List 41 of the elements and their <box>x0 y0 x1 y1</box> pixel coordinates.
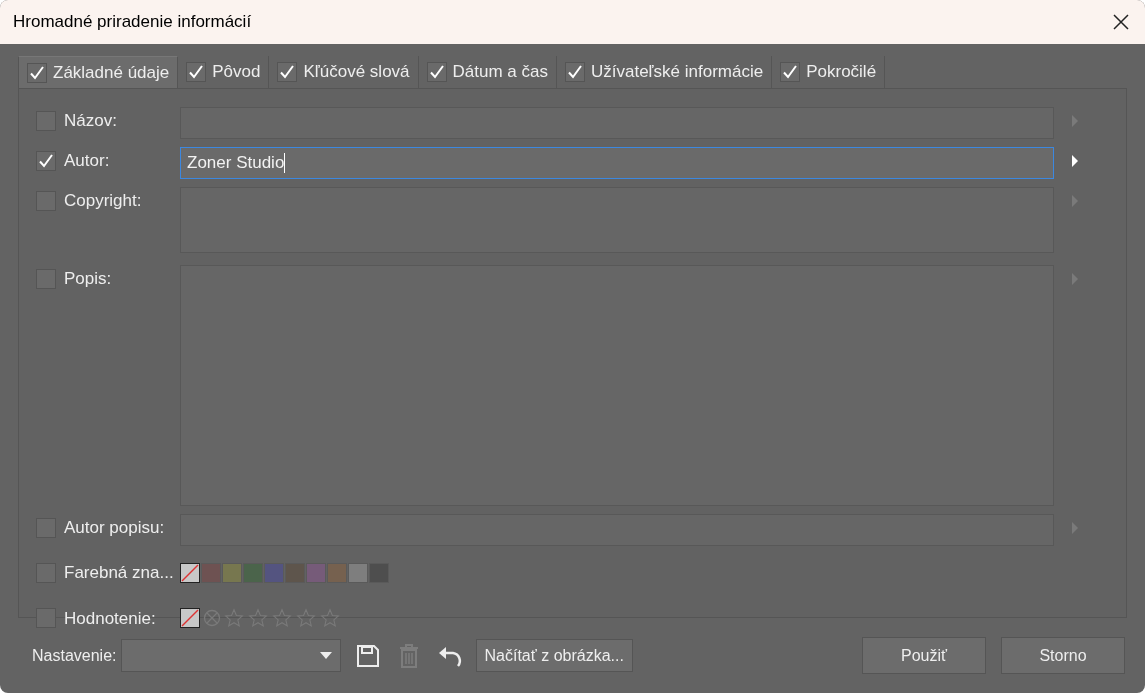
star-icon[interactable] <box>296 608 316 629</box>
preset-dropdown[interactable] <box>120 639 341 672</box>
field-label: Popis: <box>64 268 112 291</box>
close-icon[interactable] <box>1113 14 1129 30</box>
color-swatch[interactable] <box>222 562 242 583</box>
input-field[interactable]: Zoner Studio <box>180 147 1054 179</box>
color-swatch[interactable] <box>327 562 347 583</box>
caret-icon <box>319 652 332 659</box>
star-icon[interactable] <box>224 608 244 629</box>
load-button[interactable]: Načítať z obrázka... <box>475 639 633 672</box>
checkbox[interactable] <box>780 62 801 82</box>
no-color-swatch[interactable] <box>180 608 200 629</box>
field-label: Hodnotenie: <box>64 607 156 630</box>
field-label: Farebná zna... <box>64 562 174 584</box>
star-icon[interactable] <box>272 608 292 629</box>
color-swatch[interactable] <box>348 562 368 583</box>
checkbox[interactable] <box>426 62 447 82</box>
field-label: Autor popisu: <box>64 517 165 540</box>
save-icon[interactable] <box>355 643 380 668</box>
window-title: Hromadné priradenie informácií <box>13 11 252 34</box>
tab[interactable]: Základné údaje <box>18 56 179 88</box>
field-label: Copyright: <box>64 190 142 213</box>
preset-label: Nastavenie: <box>32 645 117 666</box>
checkbox[interactable] <box>36 151 56 171</box>
star-icon[interactable] <box>248 608 268 629</box>
checkbox[interactable] <box>186 62 207 82</box>
field-label: Autor: <box>64 150 110 173</box>
apply-button[interactable]: Použiť <box>862 637 986 674</box>
field-label: Názov: <box>64 110 117 133</box>
checkbox[interactable] <box>565 62 585 82</box>
no-color-swatch[interactable] <box>180 562 200 583</box>
star-rating[interactable] <box>224 608 340 629</box>
color-swatch[interactable] <box>306 562 326 583</box>
checkbox[interactable] <box>27 62 47 83</box>
star-icon[interactable] <box>320 608 340 629</box>
color-swatch[interactable] <box>264 562 284 583</box>
color-swatch[interactable] <box>201 562 221 583</box>
cancel-button[interactable]: Storno <box>1001 637 1125 674</box>
trash-icon[interactable] <box>397 643 420 668</box>
checkbox[interactable] <box>277 62 298 82</box>
triangle-icon[interactable] <box>1072 155 1078 167</box>
